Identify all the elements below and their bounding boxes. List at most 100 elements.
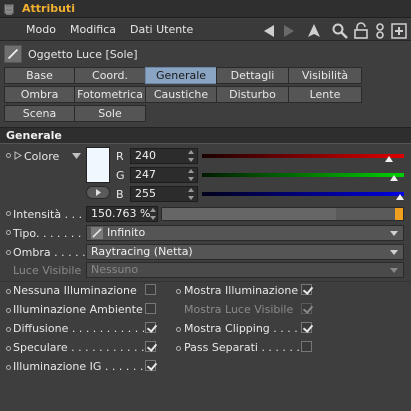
- tab-base[interactable]: Base: [4, 67, 75, 84]
- window-title: Attributi: [22, 2, 75, 15]
- menu-modifica[interactable]: Modifica: [70, 23, 116, 36]
- check-label: Pass Separati . . . . . .: [184, 341, 300, 354]
- intensity-spinner[interactable]: [149, 208, 157, 220]
- g-slider-knob[interactable]: [389, 175, 398, 181]
- diffusione-checkbox[interactable]: [145, 322, 156, 333]
- add-icon[interactable]: [390, 22, 408, 40]
- color-mode-toggle[interactable]: [86, 186, 110, 199]
- tab-dettagli[interactable]: Dettagli: [216, 67, 289, 84]
- intensity-slider[interactable]: [161, 207, 404, 221]
- b-slider-knob[interactable]: [396, 194, 404, 200]
- arrow-up-icon[interactable]: [305, 22, 323, 40]
- grip-icon: [4, 3, 14, 18]
- animate-bullet[interactable]: [6, 153, 11, 158]
- b-spinner[interactable]: [187, 188, 195, 200]
- g-value: 247: [135, 168, 156, 181]
- arrow-left-icon[interactable]: [260, 22, 278, 40]
- tipo-dropdown[interactable]: Infinito: [86, 225, 404, 241]
- menu-bar: [0, 19, 411, 41]
- chevron-down-icon: [390, 250, 398, 255]
- animate-bullet[interactable]: [176, 289, 181, 294]
- search-icon[interactable]: [331, 22, 349, 40]
- check-label: Speculare . . . . . . . . . . . .: [13, 341, 152, 354]
- check-label: Mostra Illuminazione: [184, 284, 299, 297]
- section-title: Generale: [6, 129, 62, 142]
- tab-caustiche[interactable]: Caustiche: [145, 86, 217, 103]
- b-slider-track: [202, 192, 404, 196]
- check-label: Diffusione . . . . . . . . . . .: [13, 322, 146, 335]
- tipo-label: Tipo. . . . . . .: [13, 227, 82, 240]
- play-icon: [96, 189, 101, 196]
- r-label: R: [116, 150, 124, 163]
- light-object-icon: [4, 45, 22, 63]
- ombra-dropdown[interactable]: Raytracing (Netta): [86, 244, 404, 260]
- speculare-checkbox[interactable]: [145, 341, 156, 352]
- animate-bullet[interactable]: [176, 346, 181, 351]
- animate-bullet[interactable]: [6, 308, 11, 313]
- check-label: Nessuna Illuminazione: [13, 284, 137, 297]
- check-label: Mostra Luce Visibile: [184, 303, 294, 316]
- tab-fotometrica[interactable]: Fotometrica: [74, 86, 146, 103]
- b-slider[interactable]: [202, 188, 404, 200]
- animate-bullet[interactable]: [6, 250, 11, 255]
- ombra-value: Raytracing (Netta): [91, 245, 193, 258]
- check-label: Mostra Clipping . . . .: [184, 322, 298, 335]
- g-label: G: [116, 169, 125, 182]
- menu-dati-utente[interactable]: Dati Utente: [130, 23, 193, 36]
- intensity-input[interactable]: 150.763 %: [86, 206, 158, 222]
- arrow-right-icon[interactable]: [280, 22, 298, 40]
- nessuna-illuminazione-checkbox[interactable]: [145, 284, 156, 295]
- chevron-down-icon: [390, 268, 398, 273]
- ombra-label: Ombra . . . . .: [13, 246, 86, 259]
- intensity-label: Intensità . . .: [13, 208, 83, 221]
- animate-bullet[interactable]: [6, 230, 11, 235]
- animate-bullet[interactable]: [6, 211, 11, 216]
- animate-bullet[interactable]: [176, 327, 181, 332]
- lock-icon[interactable]: [352, 22, 370, 40]
- settings-icon[interactable]: [371, 22, 389, 40]
- color-label: Colore: [24, 150, 60, 163]
- tab-coord[interactable]: Coord.: [74, 67, 146, 84]
- mostra-luce-visibile-checkbox[interactable]: [301, 303, 312, 314]
- illuminazione-ambiente-checkbox[interactable]: [145, 303, 156, 314]
- chevron-down-icon: [390, 231, 398, 236]
- b-value: 255: [135, 187, 156, 200]
- animate-bullet[interactable]: [6, 365, 11, 370]
- tab-ombra[interactable]: Ombra: [4, 86, 75, 103]
- r-slider[interactable]: [202, 150, 404, 162]
- b-label: B: [116, 188, 124, 201]
- object-title: Oggetto Luce [Sole]: [28, 48, 138, 61]
- tab-visibilita[interactable]: Visibilità: [288, 67, 362, 84]
- color-swatch[interactable]: [86, 147, 110, 183]
- g-spinner[interactable]: [187, 169, 195, 181]
- tipo-value: Infinito: [107, 226, 146, 239]
- divider: [0, 281, 411, 282]
- tab-lente[interactable]: Lente: [288, 86, 362, 103]
- g-slider-track: [202, 173, 404, 177]
- tab-sole[interactable]: Sole: [74, 105, 146, 122]
- animate-bullet[interactable]: [6, 327, 11, 332]
- expand-icon[interactable]: [14, 151, 22, 160]
- pass-separati-checkbox[interactable]: [301, 341, 312, 352]
- animate-bullet[interactable]: [6, 289, 11, 294]
- intensity-value: 150.763 %: [91, 207, 151, 220]
- mostra-clipping-checkbox[interactable]: [301, 322, 312, 333]
- check-label: Illuminazione IG . . . . . .: [13, 360, 144, 373]
- intensity-slider-handle[interactable]: [395, 208, 403, 220]
- g-slider[interactable]: [202, 169, 404, 181]
- tab-scena[interactable]: Scena: [4, 105, 75, 122]
- luce-visibile-value: Nessuno: [91, 263, 139, 276]
- illuminazione-ig-checkbox[interactable]: [145, 360, 156, 371]
- r-slider-knob[interactable]: [384, 156, 393, 162]
- r-spinner[interactable]: [187, 150, 195, 162]
- animate-bullet[interactable]: [6, 346, 11, 351]
- tab-disturbo[interactable]: Disturbo: [216, 86, 289, 103]
- r-value: 240: [135, 149, 156, 162]
- menu-modo[interactable]: Modo: [26, 23, 56, 36]
- mostra-illuminazione-checkbox[interactable]: [301, 284, 312, 295]
- luce-visibile-dropdown[interactable]: Nessuno: [86, 262, 404, 278]
- tab-generale[interactable]: Generale: [145, 67, 217, 84]
- luce-visibile-label: Luce Visibile: [13, 264, 82, 277]
- chevron-down-icon[interactable]: [72, 153, 81, 159]
- intensity-slider-fill: [162, 208, 336, 220]
